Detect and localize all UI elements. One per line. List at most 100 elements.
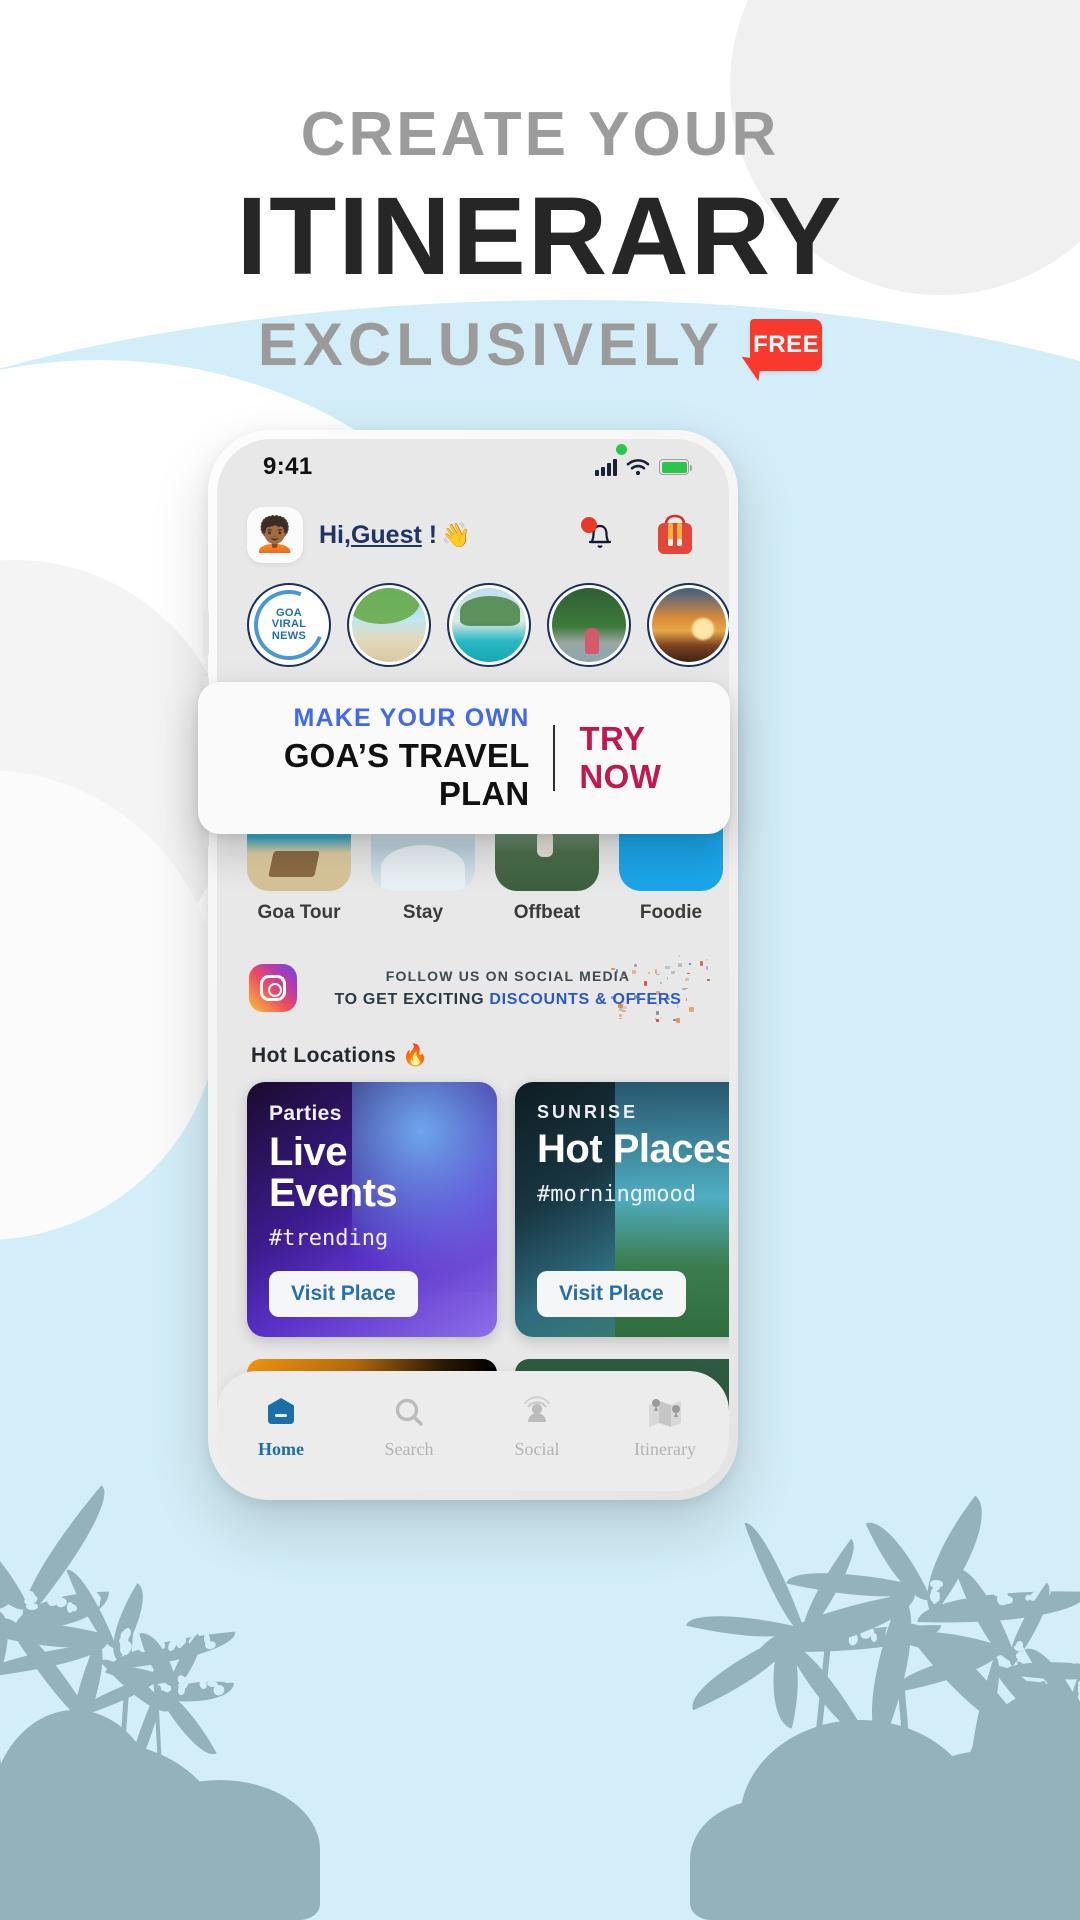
confetti-fleck (682, 987, 687, 990)
confetti-fleck (618, 1007, 623, 1012)
social-follow-banner[interactable]: FOLLOW US ON SOCIAL MEDIA TO GET EXCITIN… (243, 950, 711, 1026)
backpack-glyph-icon (658, 514, 692, 554)
social-line-2-plain: TO GET EXCITING (334, 990, 490, 1008)
home-icon (217, 1393, 345, 1433)
headline-block: CREATE YOUR ITINERARY EXCLUSIVELY FREE (0, 104, 1080, 375)
greeting-prefix: Hi, (319, 520, 351, 549)
category-label: Goa Tour (257, 902, 341, 923)
backpack-icon[interactable] (655, 514, 695, 556)
promo-tag: #trending (269, 1225, 389, 1251)
confetti-fleck (685, 997, 688, 1002)
story-item-jungle[interactable] (547, 583, 631, 667)
confetti-fleck (676, 1018, 681, 1024)
promo-tag: #morningmood (537, 1181, 696, 1207)
phone-screen: 9:41 🧑🏾‍🦱 Hi,Guest !👋 (217, 439, 729, 1491)
palm-frond-gap (243, 1675, 255, 1685)
story-item-sunset[interactable] (647, 583, 729, 667)
promo-overlay-card[interactable]: MAKE YOUR OWN GOA’S TRAVEL PLAN TRY NOW (198, 682, 730, 834)
category-label: Offbeat (513, 902, 581, 923)
headline-line-1: CREATE YOUR (300, 100, 780, 169)
promo-kicker: SUNRISE (537, 1102, 639, 1122)
wifi-icon (626, 459, 650, 476)
overlay-text: MAKE YOUR OWN GOA’S TRAVEL PLAN (198, 704, 529, 813)
map-glyph-icon (649, 1399, 681, 1427)
confetti-fleck (705, 958, 709, 962)
greeting-name[interactable]: Guest (351, 521, 422, 549)
social-glyph-icon (523, 1396, 551, 1422)
confetti-fleck (687, 972, 690, 975)
confetti-fleck (632, 970, 637, 974)
promo-spacer (537, 1207, 729, 1271)
search-icon (345, 1393, 473, 1433)
promo-spacer (269, 1251, 475, 1271)
bell-icon[interactable] (581, 517, 617, 553)
hot-locations-cards[interactable]: Parties Live Events #trending Visit Plac… (217, 1068, 729, 1337)
confetti-fleck (700, 961, 704, 967)
status-bar: 9:41 (217, 439, 729, 495)
story-thumbnail-pool (452, 588, 526, 662)
confetti-fleck (622, 1010, 627, 1013)
promo-content: SUNRISE Hot Places #morningmood Visit Pl… (537, 1102, 729, 1317)
story-logo: GOA VIRAL NEWS (252, 588, 326, 662)
confetti-fleck (666, 976, 669, 980)
nav-label-home: Home (258, 1439, 304, 1459)
nav-item-social[interactable]: Social (473, 1393, 601, 1460)
nav-item-itinerary[interactable]: Itinerary (601, 1393, 729, 1460)
confetti-fleck (659, 982, 662, 985)
confetti-fleck (678, 954, 680, 958)
story-item-beach[interactable] (347, 583, 431, 667)
story-thumbnail-beach (352, 588, 426, 662)
promo-content: Parties Live Events #trending Visit Plac… (269, 1102, 475, 1317)
hot-locations-title: Hot Locations 🔥 (251, 1044, 429, 1067)
try-now-button[interactable]: TRY NOW (579, 720, 730, 796)
confetti-fleck (637, 996, 640, 1000)
confetti-fleck (660, 1016, 663, 1020)
nav-label-social: Social (514, 1439, 560, 1459)
greeting-suffix: ! (428, 520, 438, 549)
confetti-fleck (655, 1019, 659, 1023)
confetti-fleck (633, 994, 638, 1000)
green-dot-indicator-icon (616, 444, 627, 455)
avatar[interactable]: 🧑🏾‍🦱 (247, 507, 303, 563)
confetti-fleck (706, 978, 711, 982)
story-item-pool[interactable] (447, 583, 531, 667)
confetti-fleck (655, 990, 661, 996)
category-label: Foodie (639, 902, 703, 923)
confetti-fleck (654, 969, 658, 974)
bottom-navigation[interactable]: Home Search Social Itinerary (217, 1371, 729, 1491)
confetti-fleck (676, 1003, 679, 1009)
instagram-icon[interactable] (249, 964, 297, 1012)
nav-item-search[interactable]: Search (345, 1393, 473, 1460)
stories-row[interactable]: GOA VIRAL NEWS (217, 563, 729, 667)
status-bar-time: 9:41 (263, 453, 313, 480)
overlay-inner: MAKE YOUR OWN GOA’S TRAVEL PLAN TRY NOW (198, 704, 730, 813)
confetti-fleck (656, 1003, 660, 1007)
confetti-fleck (618, 1014, 623, 1017)
phone-button-volume-up (203, 610, 209, 656)
confetti-fleck (648, 972, 651, 975)
nav-item-home[interactable]: Home (217, 1393, 345, 1460)
overlay-line-2: GOA’S TRAVEL PLAN (283, 736, 530, 812)
confetti-fleck (670, 970, 676, 974)
nav-label-search: Search (384, 1439, 434, 1459)
confetti-fleck (677, 962, 683, 967)
confetti-fleck (622, 973, 626, 977)
visit-place-button[interactable]: Visit Place (537, 1271, 686, 1317)
promo-card-live-events[interactable]: Parties Live Events #trending Visit Plac… (247, 1082, 497, 1337)
story-logo-ring-icon (252, 588, 326, 662)
confetti-fleck (706, 965, 708, 971)
home-glyph-icon (268, 1398, 294, 1424)
promo-kicker: Parties (269, 1102, 342, 1125)
overlay-divider (553, 725, 556, 791)
confetti-fleck (611, 995, 616, 1000)
promo-title: Live Events (269, 1130, 398, 1215)
confetti-fleck (665, 965, 670, 969)
confetti-fleck (655, 973, 660, 976)
story-thumbnail-jungle (552, 588, 626, 662)
promo-card-hot-places[interactable]: SUNRISE Hot Places #morningmood Visit Pl… (515, 1082, 729, 1337)
notification-badge-icon (581, 517, 597, 533)
visit-place-button[interactable]: Visit Place (269, 1271, 418, 1317)
confetti-fleck (685, 977, 689, 982)
map-icon (601, 1393, 729, 1433)
story-item-goa-viral-news[interactable]: GOA VIRAL NEWS (247, 583, 331, 667)
